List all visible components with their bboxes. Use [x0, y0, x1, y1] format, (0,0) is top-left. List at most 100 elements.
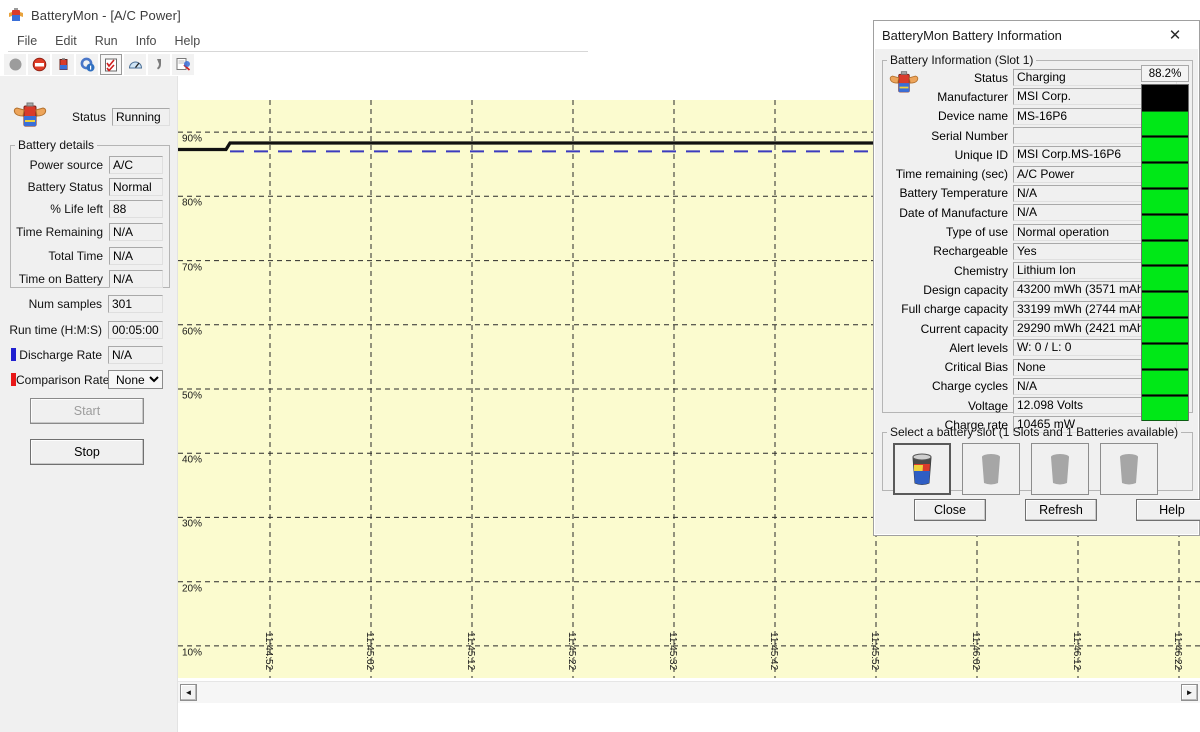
- refresh-button[interactable]: Refresh: [1025, 499, 1097, 521]
- window-title: BatteryMon - [A/C Power]: [31, 7, 181, 23]
- scroll-left-button[interactable]: ◄: [180, 684, 197, 701]
- run-time-label: Run time (H:M:S): [9, 322, 102, 337]
- chart-y-tick-label: 50%: [182, 390, 203, 402]
- battery-empty-icon: [1051, 454, 1069, 485]
- left-panel: Status Running Battery details Power sou…: [0, 76, 178, 732]
- num-samples-value: 301: [108, 295, 163, 313]
- detail-row: Battery Status Normal: [11, 176, 163, 198]
- detail-row: Time Remaining N/A: [11, 220, 163, 244]
- stop-sign-icon[interactable]: [28, 54, 50, 75]
- battery-field-label: Rechargeable: [933, 244, 1008, 259]
- battery-field-label: Time remaining (sec): [895, 167, 1008, 182]
- detail-label: Power source: [29, 158, 103, 172]
- gauge-segment: [1142, 110, 1188, 136]
- slot-button-1[interactable]: [893, 443, 951, 495]
- detail-label: Total Time: [48, 248, 103, 263]
- chart-x-tick-label: 11:45:52: [869, 632, 880, 671]
- gauge-segment: [1142, 292, 1188, 318]
- chart-y-tick-label: 80%: [182, 197, 203, 209]
- detail-label: Time Remaining: [16, 225, 103, 239]
- horizontal-scrollbar[interactable]: ◄ ►: [178, 681, 1200, 703]
- status-label: Status: [71, 110, 106, 124]
- menu-help[interactable]: Help: [166, 33, 210, 49]
- battery-field-label: Design capacity: [923, 282, 1008, 297]
- chart-y-tick-label: 20%: [182, 583, 203, 595]
- detail-row: % Life left 88: [11, 198, 163, 220]
- slot-button-4[interactable]: [1100, 443, 1158, 495]
- battery-field-label: Type of use: [945, 225, 1008, 240]
- menu-run[interactable]: Run: [86, 33, 127, 49]
- gauge-segment: [1142, 266, 1188, 292]
- gauge-icon[interactable]: [124, 54, 146, 75]
- close-icon[interactable]: ✕: [1153, 22, 1197, 49]
- app-icon: [8, 7, 24, 23]
- discharge-rate-value: N/A: [108, 345, 163, 364]
- battery-percent-readout: 88.2%: [1141, 65, 1189, 82]
- battery-color-icon: [912, 453, 932, 485]
- chart-y-tick-label: 30%: [182, 518, 203, 530]
- battery-details-legend: Battery details: [18, 138, 95, 152]
- detail-label: Time on Battery: [18, 271, 103, 286]
- chart-x-tick-label: 11:45:22: [566, 632, 577, 671]
- battery-field-label: Current capacity: [920, 321, 1008, 336]
- dialog-title: BatteryMon Battery Information: [882, 27, 1062, 43]
- chart-y-tick-label: 60%: [182, 326, 203, 338]
- comparison-rate-row: Comparison Rate None: [0, 367, 178, 392]
- detail-value: N/A: [109, 269, 163, 288]
- stop-button[interactable]: Stop: [30, 439, 144, 465]
- battery-field-label: Serial Number: [931, 128, 1008, 143]
- start-button[interactable]: Start: [30, 398, 144, 424]
- chart-y-tick-label: 10%: [182, 647, 203, 659]
- discharge-rate-label: Discharge Rate: [19, 347, 102, 362]
- slot-button-3[interactable]: [1031, 443, 1089, 495]
- gauge-segment: [1142, 240, 1188, 266]
- num-samples-row: Num samples 301: [0, 291, 178, 317]
- chart-x-tick-label: 11:45:02: [364, 632, 375, 671]
- detail-label: Battery Status: [27, 180, 103, 194]
- slot-button-2[interactable]: [962, 443, 1020, 495]
- menu-edit[interactable]: Edit: [46, 33, 86, 49]
- battery-report-icon[interactable]: [172, 54, 194, 75]
- battery-icon[interactable]: [52, 54, 74, 75]
- discharge-rate-row: Discharge Rate N/A: [0, 342, 178, 367]
- menu-info[interactable]: Info: [127, 33, 166, 49]
- gauge-segment: [1142, 318, 1188, 344]
- chart-x-tick-label: 11:46:22: [1172, 632, 1183, 671]
- gauge-segment: [1142, 136, 1188, 162]
- help-button[interactable]: Help: [1136, 499, 1200, 521]
- dialog-buttons: Close Refresh Help: [914, 499, 1200, 521]
- battery-field-label: Chemistry: [953, 263, 1008, 278]
- checklist-icon[interactable]: [100, 54, 122, 75]
- chart-y-tick-label: 70%: [182, 262, 203, 274]
- battery-field-label: Full charge capacity: [901, 302, 1008, 317]
- chart-y-tick-label: 40%: [182, 454, 203, 466]
- scroll-right-button[interactable]: ►: [1181, 684, 1198, 701]
- comparison-rate-select[interactable]: None: [108, 370, 163, 389]
- detail-value: N/A: [109, 223, 163, 241]
- chart-x-tick-label: 11:45:42: [768, 632, 779, 671]
- dialog-titlebar: BatteryMon Battery Information ✕: [874, 21, 1199, 49]
- detail-row: Power source A/C: [11, 154, 163, 176]
- num-samples-label: Num samples: [28, 297, 102, 311]
- menu-file[interactable]: File: [8, 33, 46, 49]
- close-button[interactable]: Close: [914, 499, 986, 521]
- battery-field-label: Charge cycles: [931, 379, 1008, 394]
- battery-field-label: Critical Bias: [944, 360, 1008, 375]
- gauge-segment: [1142, 370, 1188, 396]
- battery-empty-icon: [1120, 454, 1138, 485]
- battery-field-label: Date of Manufacture: [899, 205, 1008, 220]
- gauge-segment: [1142, 188, 1188, 214]
- battery-field-label: Device name: [937, 109, 1008, 124]
- chart-x-tick-label: 11:46:12: [1071, 632, 1082, 671]
- battery-field-label: Voltage: [967, 398, 1008, 413]
- plug-icon[interactable]: [148, 54, 170, 75]
- battery-strong-icon: [887, 69, 921, 99]
- battery-slot-group: Select a battery slot (1 Slots and 1 Bat…: [882, 425, 1193, 495]
- battery-details-group: Battery details Power source A/C Battery …: [10, 138, 170, 288]
- battery-field-label: Battery Temperature: [899, 186, 1009, 201]
- record-circle-icon[interactable]: [4, 54, 26, 75]
- detail-value: 88: [109, 200, 163, 218]
- battery-field-label: Unique ID: [954, 147, 1008, 162]
- settings-info-icon[interactable]: [76, 54, 98, 75]
- detail-value: Normal: [109, 178, 163, 196]
